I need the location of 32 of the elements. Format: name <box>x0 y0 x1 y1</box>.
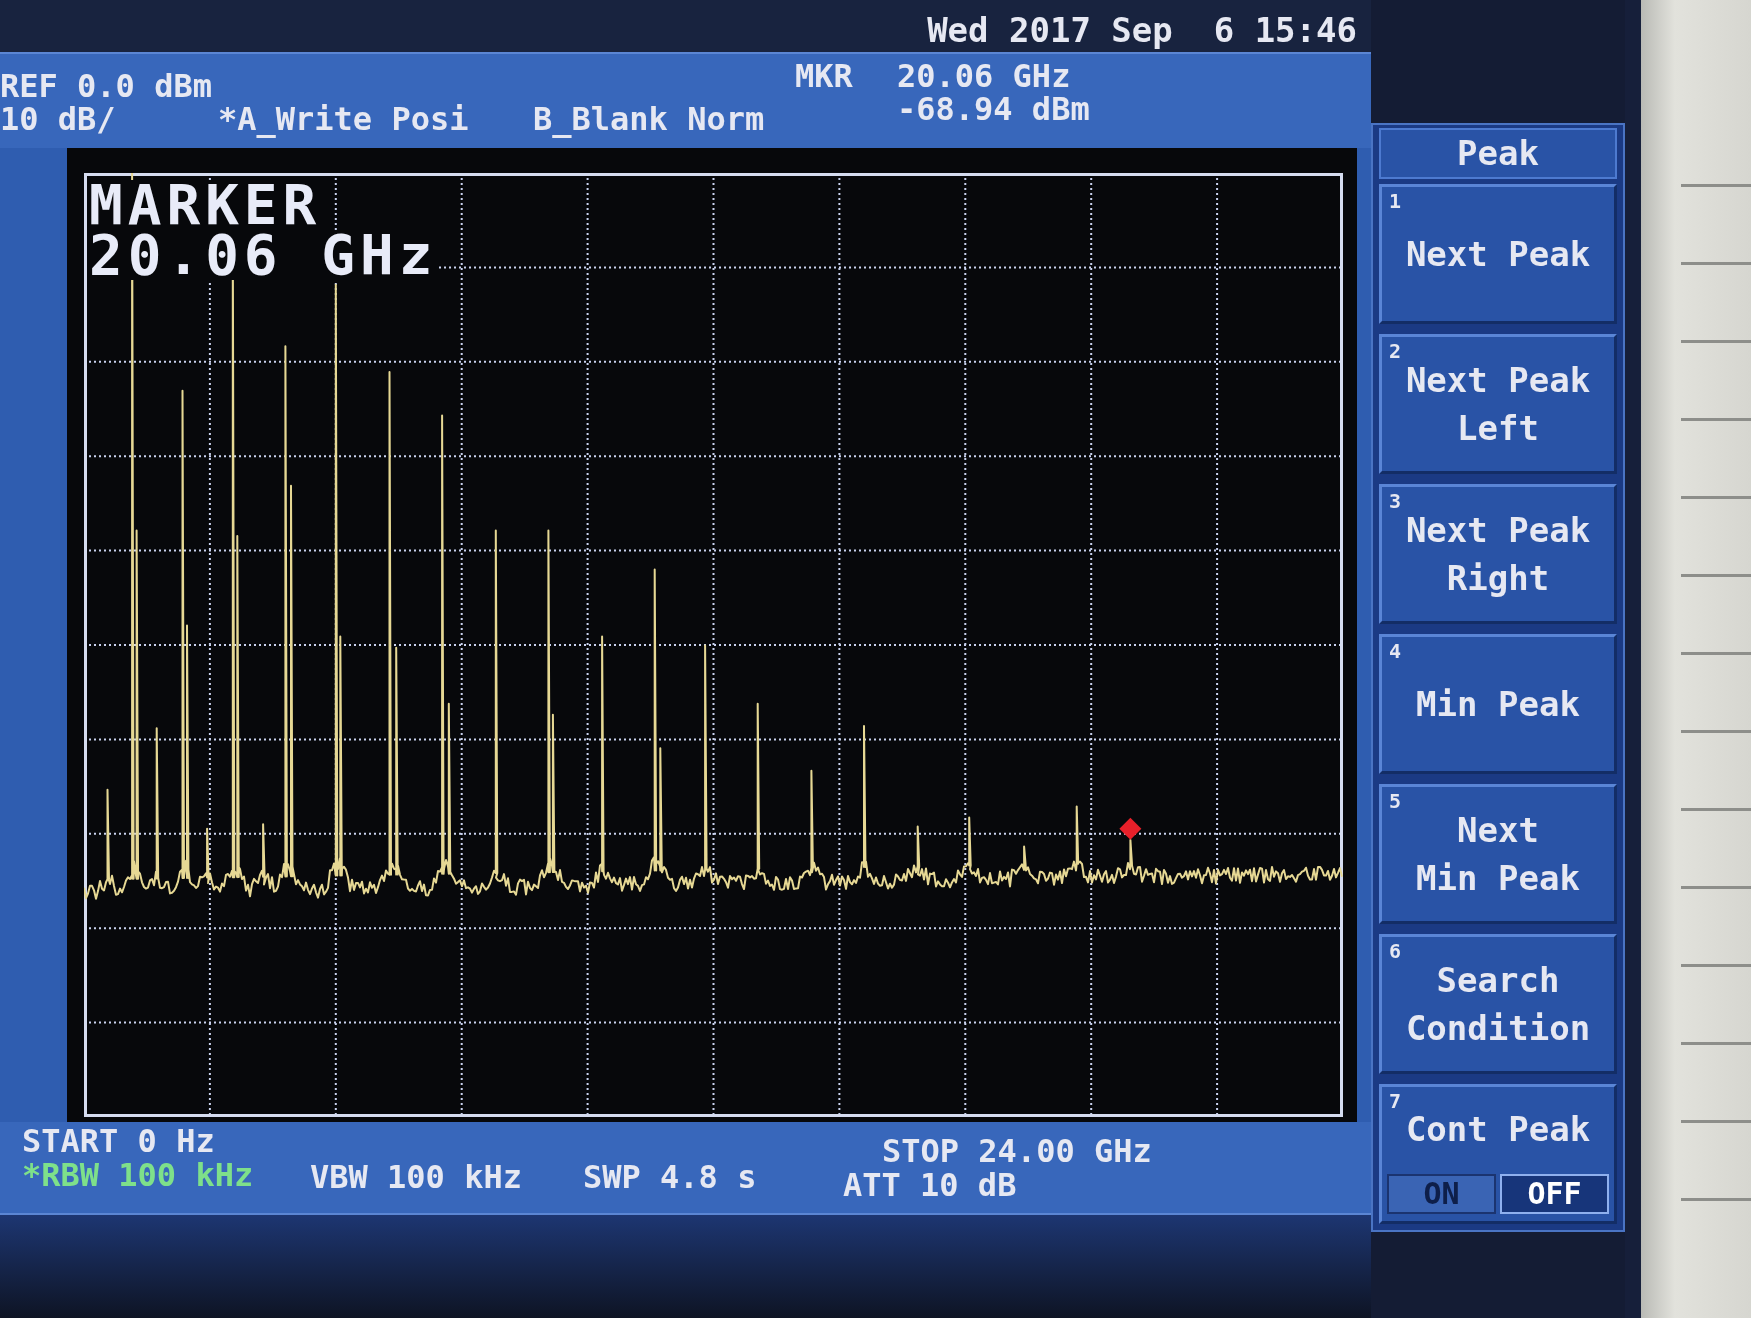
marker-frequency: 20.06 GHz <box>89 230 438 280</box>
marker-amplitude: -68.94 dBm <box>897 93 1090 126</box>
key-number: 7 <box>1389 1091 1402 1111</box>
key-number: 6 <box>1389 941 1402 961</box>
scale-per-division: 10 dB/ <box>0 103 116 136</box>
toggle-option[interactable]: OFF <box>1500 1174 1609 1214</box>
attenuation: ATT 10 dB <box>843 1168 1017 1202</box>
softkey-button[interactable]: 2 Next Peak Left <box>1379 334 1617 474</box>
softkey-button[interactable]: 3 Next Peak Right <box>1379 484 1617 624</box>
key-number: 1 <box>1389 191 1402 211</box>
marker-frequency: 20.06 GHz <box>897 60 1071 93</box>
stop-frequency: STOP 24.00 GHz <box>882 1134 1152 1168</box>
trace-mode: *A_Write Posi <box>218 103 469 136</box>
video-bandwidth: VBW 100 kHz <box>310 1160 522 1194</box>
key-number: 5 <box>1389 791 1402 811</box>
marker-icon <box>1119 817 1142 840</box>
key-number: 4 <box>1389 641 1402 661</box>
softkey-button[interactable]: 4 Min Peak <box>1379 634 1617 774</box>
start-frequency: START 0 Hz <box>22 1124 215 1158</box>
trace-mode: B_Blank Norm <box>533 103 765 136</box>
marker-label: MKR <box>795 60 853 93</box>
key-number: 3 <box>1389 491 1402 511</box>
softkey-button[interactable]: 1 Next Peak <box>1379 184 1617 324</box>
menu-title: Peak <box>1379 128 1617 179</box>
softkey-button[interactable]: 5 Next Min Peak <box>1379 784 1617 924</box>
resolution-bandwidth: *RBW 100 kHz <box>22 1158 254 1192</box>
sweep-time: SWP 4.8 s <box>583 1160 757 1194</box>
reference-level: REF 0.0 dBm <box>0 70 212 103</box>
softkey-button[interactable]: 7 Cont Peak ON OFF <box>1379 1084 1617 1224</box>
softkey-button[interactable]: 6 Search Condition <box>1379 934 1617 1074</box>
date-time: Wed 2017 Sep 6 15:46 <box>927 12 1357 52</box>
key-number: 2 <box>1389 341 1402 361</box>
